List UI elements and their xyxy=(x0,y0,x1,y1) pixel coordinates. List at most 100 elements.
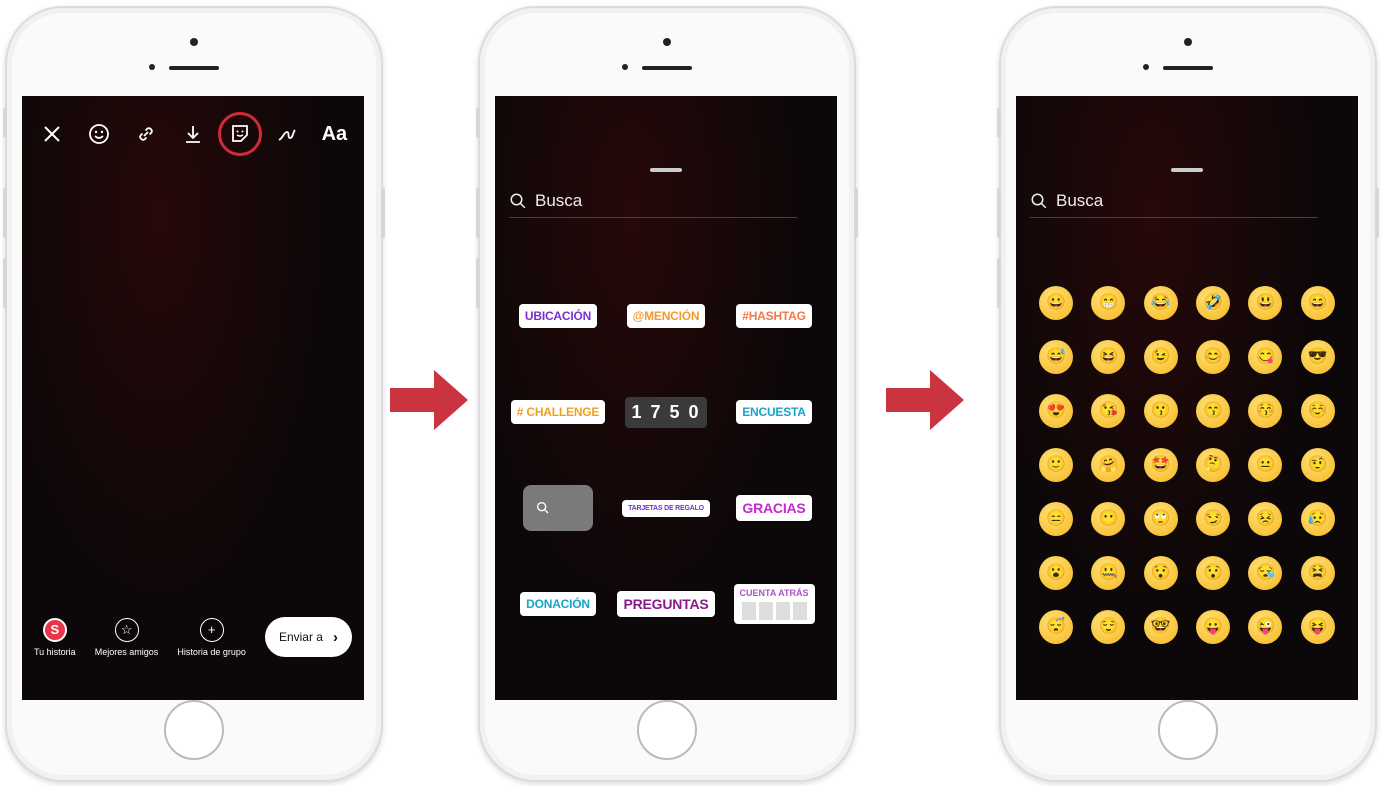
close-icon[interactable] xyxy=(36,118,68,150)
home-button[interactable] xyxy=(1158,700,1218,760)
emoji-item[interactable]: 😄 xyxy=(1300,286,1335,320)
challenge-sticker[interactable]: # CHALLENGE xyxy=(509,392,607,432)
time-label: 1 7 5 0 xyxy=(625,396,707,428)
emoji-item[interactable]: 😊 xyxy=(1196,340,1231,374)
emoji-item[interactable]: 😀 xyxy=(1039,286,1074,320)
search-placeholder: Busca xyxy=(1056,190,1104,210)
your-story-option[interactable]: S Tu historia xyxy=(34,617,76,657)
donation-sticker[interactable]: DONACIÓN xyxy=(509,584,607,624)
story-screen: Aa S Tu historia ☆ Mejores amigos + Hist… xyxy=(22,96,364,700)
close-friends-label: Mejores amigos xyxy=(94,646,159,657)
emoji-item[interactable]: 🤨 xyxy=(1300,448,1335,482)
hashtag-sticker[interactable]: #HASHTAG xyxy=(725,296,823,336)
front-camera xyxy=(1184,38,1192,46)
close-friends-option[interactable]: ☆ Mejores amigos xyxy=(94,617,159,657)
emoji-item[interactable]: 😎 xyxy=(1300,340,1335,374)
emoji-item[interactable]: 😮 xyxy=(1039,556,1074,590)
emoji-item[interactable]: 😑 xyxy=(1039,502,1074,536)
side-button xyxy=(854,188,858,238)
sticker-search-input[interactable]: Busca xyxy=(509,184,797,218)
home-button[interactable] xyxy=(164,700,224,760)
face-effects-icon[interactable] xyxy=(83,118,115,150)
emoji-item[interactable]: 😫 xyxy=(1300,556,1335,590)
emoji-item[interactable]: 😪 xyxy=(1248,556,1283,590)
emoji-item[interactable]: 😋 xyxy=(1248,340,1283,374)
emoji-item[interactable]: 🤓 xyxy=(1143,610,1178,644)
emoji-item[interactable]: 😯 xyxy=(1143,556,1178,590)
home-button[interactable] xyxy=(637,700,697,760)
gift-card-sticker[interactable]: TARJETAS DE REGALO xyxy=(617,488,715,528)
emoji-item[interactable]: 🤗 xyxy=(1091,448,1126,482)
mention-sticker[interactable]: @MENCIÓN xyxy=(617,296,715,336)
emoji-item[interactable]: 😝 xyxy=(1300,610,1335,644)
highlight-ring xyxy=(218,112,263,156)
emoji-item[interactable]: 😣 xyxy=(1248,502,1283,536)
poll-label: ENCUESTA xyxy=(736,400,812,424)
emoji-item[interactable]: 🤐 xyxy=(1091,556,1126,590)
emoji-item[interactable]: 😅 xyxy=(1039,340,1074,374)
sheet-handle[interactable] xyxy=(1171,168,1203,172)
sensor xyxy=(1143,64,1149,70)
emoji-item[interactable]: 🤩 xyxy=(1143,448,1178,482)
speaker xyxy=(169,66,219,70)
emoji-item[interactable]: 😴 xyxy=(1039,610,1074,644)
group-story-option[interactable]: + Historia de grupo xyxy=(177,617,246,657)
countdown-digits xyxy=(741,602,807,620)
emoji-item[interactable]: 🤣 xyxy=(1196,286,1231,320)
emoji-item[interactable]: 😘 xyxy=(1091,394,1126,428)
emoji-item[interactable]: 🙄 xyxy=(1143,502,1178,536)
sheet-handle[interactable] xyxy=(650,168,682,172)
emoji-item[interactable]: 🙂 xyxy=(1039,448,1074,482)
side-button xyxy=(997,258,1001,308)
location-sticker[interactable]: UBICACIÓN xyxy=(509,296,607,336)
poll-sticker[interactable]: ENCUESTA xyxy=(725,392,823,432)
gif-search-sticker[interactable] xyxy=(509,485,607,531)
thanks-sticker[interactable]: GRACIAS xyxy=(725,488,823,528)
side-button xyxy=(3,108,7,138)
send-to-button[interactable]: Enviar a › xyxy=(264,617,352,657)
emoji-search-input[interactable]: Busca xyxy=(1030,184,1318,218)
share-bar: S Tu historia ☆ Mejores amigos + Histori… xyxy=(22,612,364,662)
sticker-grid: UBICACIÓN @MENCIÓN #HASHTAG # CHALLENGE … xyxy=(509,296,823,624)
emoji-item[interactable]: 😜 xyxy=(1248,610,1283,644)
side-button xyxy=(476,188,480,238)
emoji-item[interactable]: 😏 xyxy=(1196,502,1231,536)
add-group-icon: + xyxy=(199,617,224,642)
mention-label: @MENCIÓN xyxy=(626,304,706,328)
emoji-item[interactable]: 🤔 xyxy=(1196,448,1231,482)
emoji-item[interactable]: 😥 xyxy=(1300,502,1335,536)
countdown-sticker[interactable]: CUENTA ATRÁS xyxy=(725,584,823,624)
emoji-item[interactable]: 😌 xyxy=(1091,610,1126,644)
emoji-item[interactable]: 😚 xyxy=(1248,394,1283,428)
arrow-right-icon xyxy=(390,370,468,430)
side-button xyxy=(476,108,480,138)
side-button xyxy=(997,188,1001,238)
emoji-item[interactable]: 😐 xyxy=(1248,448,1283,482)
download-icon[interactable] xyxy=(177,118,209,150)
time-sticker[interactable]: 1 7 5 0 xyxy=(617,392,715,432)
side-button xyxy=(1375,188,1379,238)
search-placeholder: Busca xyxy=(535,190,583,210)
emoji-item[interactable]: 😯 xyxy=(1196,556,1231,590)
emoji-item[interactable]: 😶 xyxy=(1091,502,1126,536)
emoji-item[interactable]: 😛 xyxy=(1196,610,1231,644)
text-tool-button[interactable]: Aa xyxy=(318,118,350,150)
link-icon[interactable] xyxy=(130,118,162,150)
emoji-item[interactable]: 😃 xyxy=(1248,286,1283,320)
emoji-item[interactable]: 😆 xyxy=(1091,340,1126,374)
emoji-item[interactable]: 😉 xyxy=(1143,340,1178,374)
questions-sticker[interactable]: PREGUNTAS xyxy=(617,584,715,624)
emoji-item[interactable]: ☺️ xyxy=(1300,394,1335,428)
emoji-item[interactable]: 😂 xyxy=(1143,286,1178,320)
search-icon xyxy=(510,193,526,208)
gift-card-label: TARJETAS DE REGALO xyxy=(622,499,710,517)
avatar: S xyxy=(42,617,67,642)
draw-icon[interactable] xyxy=(271,118,303,150)
sensor xyxy=(149,64,155,70)
sticker-icon[interactable] xyxy=(218,112,263,156)
emoji-item[interactable]: 😗 xyxy=(1143,394,1178,428)
emoji-item[interactable]: 😁 xyxy=(1091,286,1126,320)
emoji-item[interactable]: 😍 xyxy=(1039,394,1074,428)
side-button xyxy=(997,108,1001,138)
emoji-item[interactable]: 😙 xyxy=(1196,394,1231,428)
